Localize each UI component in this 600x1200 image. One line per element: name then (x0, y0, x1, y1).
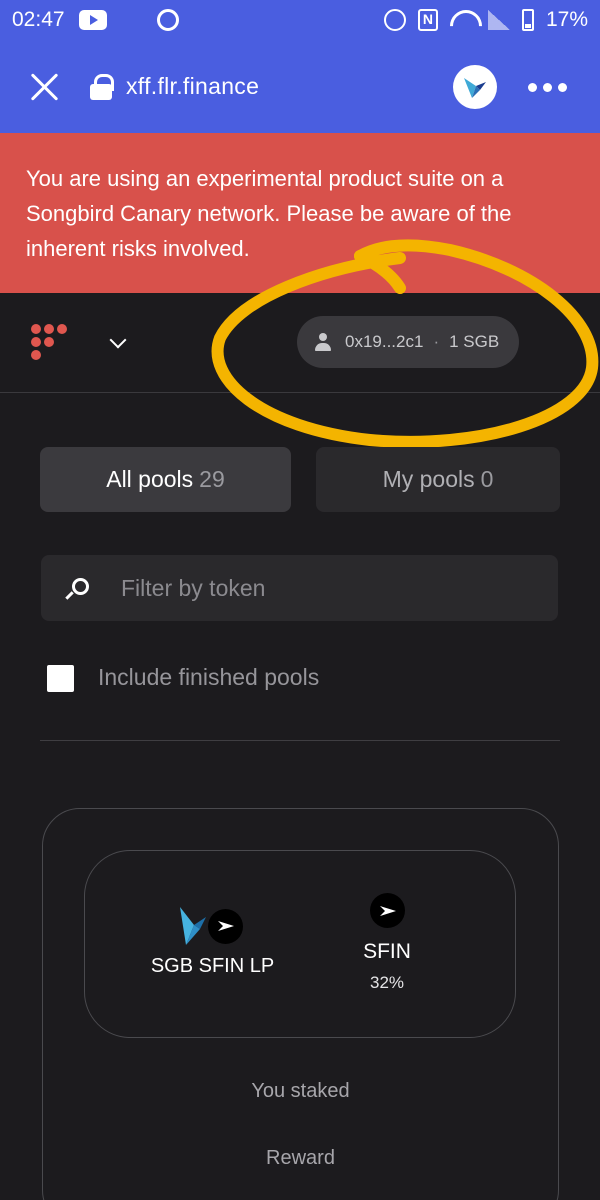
include-finished-label[interactable]: Include finished pools (98, 664, 319, 691)
tab-all-pools[interactable]: All pools 29 (40, 447, 291, 512)
filter-box (41, 555, 558, 621)
tab-label: All pools (106, 466, 194, 492)
browser-toolbar: xff.flr.finance (0, 40, 600, 133)
tab-label: My pools (382, 466, 475, 492)
more-options-icon[interactable] (528, 83, 567, 92)
include-finished-checkbox[interactable] (47, 665, 74, 692)
lock-icon (90, 73, 114, 100)
nfc-icon: N (417, 9, 438, 31)
pool-summary (84, 850, 516, 1038)
battery-icon (521, 9, 534, 31)
alarm-icon (383, 9, 406, 31)
clock: 02:47 (12, 8, 65, 31)
chevron-down-icon[interactable] (109, 331, 127, 349)
account-button[interactable]: 0x19...2c1 · 1 SGB (297, 316, 519, 368)
hummingbird-icon (464, 78, 486, 98)
lp-token-icons (176, 905, 243, 947)
tab-count: 29 (199, 466, 225, 492)
close-icon[interactable] (30, 72, 60, 102)
lp-token-name: SGB SFIN LP (150, 955, 275, 977)
battery-level: 17% (545, 8, 588, 31)
user-icon (315, 333, 331, 351)
account-address: 0x19...2c1 (345, 332, 424, 351)
you-staked-label: You staked (251, 1080, 350, 1102)
separator: · (433, 332, 440, 351)
wifi-icon (450, 10, 476, 30)
reward-token-icon (370, 893, 405, 928)
app-header: 0x19...2c1 · 1 SGB (0, 293, 600, 393)
search-icon (65, 576, 89, 600)
account-balance: 1 SGB (449, 332, 500, 351)
tab-my-pools[interactable]: My pools 0 (316, 447, 560, 512)
signal-icon (487, 10, 510, 30)
sfin-token-icon (208, 908, 243, 944)
reward-label: Reward (266, 1147, 335, 1169)
experimental-warning-banner: You are using an experimental product su… (0, 133, 600, 293)
wallet-bird-button[interactable] (453, 65, 497, 109)
reward-apr: 32% (369, 973, 405, 992)
url-text[interactable]: xff.flr.finance (126, 73, 259, 100)
aperture-icon (156, 9, 179, 31)
token-filter-input[interactable] (121, 574, 521, 602)
divider (40, 740, 560, 741)
status-bar: 02:47 N 17% (0, 0, 600, 40)
reward-token-name: SFIN (363, 940, 411, 963)
youtube-icon (78, 10, 107, 30)
tab-count: 0 (480, 466, 494, 492)
flr-finance-logo[interactable] (30, 323, 70, 363)
songbird-icon (180, 907, 206, 945)
